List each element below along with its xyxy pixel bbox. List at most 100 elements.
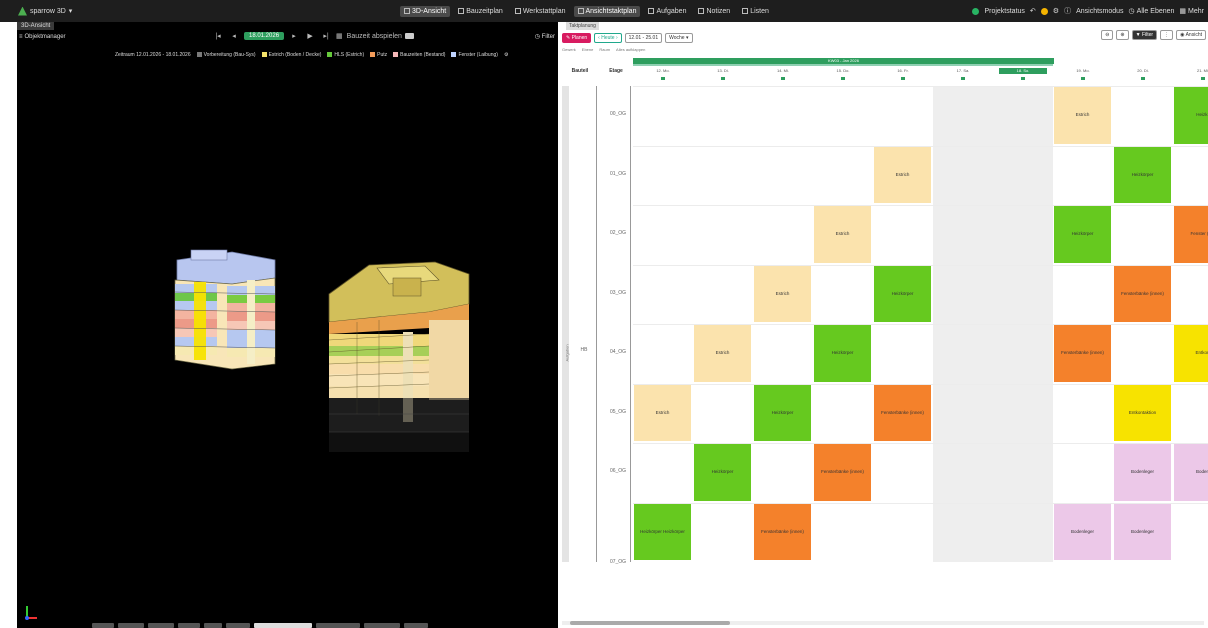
viewer-bottom-tab[interactable] (254, 623, 312, 628)
mode-icon (577, 8, 584, 14)
brand[interactable]: sparrow 3D ▾ (0, 6, 400, 16)
day-header[interactable]: 20. Di. (1119, 68, 1167, 74)
week-select[interactable]: Woche ▾ (665, 32, 693, 43)
day-marker-icon (901, 77, 905, 80)
settings-icon[interactable]: ⚙ (1053, 7, 1059, 15)
subtool-button[interactable]: Alles aufklappen (616, 47, 645, 52)
viewer-bottom-tab[interactable] (148, 623, 174, 628)
day-header[interactable]: 13. Di. (699, 68, 747, 74)
building-b-model[interactable] (328, 261, 470, 452)
building-models[interactable] (17, 22, 558, 628)
mode-label: Werkstattplan (522, 7, 566, 15)
viewer-3d-panel[interactable]: 3D-Ansicht ≡ Objektmanager |◂ ◂ 18.01.20… (17, 22, 558, 628)
subtool-button[interactable]: Ebene (582, 47, 594, 52)
day-marker-icon (661, 77, 665, 80)
zoom-out-button[interactable]: ⊖ (1101, 30, 1114, 40)
task-card[interactable]: Fenster (inn (1174, 206, 1208, 263)
view-button[interactable]: ◉ Ansicht (1176, 30, 1206, 40)
task-card[interactable]: Fensterbänke (innen) (1114, 265, 1171, 322)
scrollbar-thumb[interactable] (570, 621, 730, 625)
more-button[interactable]: ▦ Mehr (1179, 7, 1204, 16)
task-card[interactable]: Fensterbänke (innen) (874, 384, 931, 441)
bauteil-header: Bauteil (571, 68, 589, 74)
all-levels-button[interactable]: ◷ Alle Ebenen (1128, 7, 1175, 16)
viewer-bottom-tab[interactable] (204, 623, 222, 628)
day-header[interactable]: 21. Mi. (1179, 68, 1208, 74)
date-range-button[interactable]: 12.01 - 25.01 (624, 32, 663, 43)
mode-tab[interactable]: Bauzeitplan (454, 6, 507, 17)
mode-tab[interactable]: Aufgaben (644, 6, 690, 17)
viewer-bottom-tab[interactable] (316, 623, 360, 628)
task-card[interactable]: Heizkörper (1054, 206, 1111, 263)
filter-button[interactable]: ▼ Filter (1131, 30, 1158, 40)
mode-tab[interactable]: Notizen (694, 6, 734, 17)
day-header[interactable]: 18. So. (999, 68, 1047, 74)
project-status-button[interactable]: Projektstatus (984, 8, 1024, 15)
day-header[interactable]: 15. Do. (819, 68, 867, 74)
task-card[interactable]: Entkon (1174, 325, 1208, 382)
task-card[interactable]: Heizkörper (814, 325, 871, 382)
viewer-bottom-tab[interactable] (226, 623, 250, 628)
bauteil-divider (596, 86, 597, 562)
mode-label: Bauzeitplan (466, 7, 503, 15)
task-card[interactable]: Bodenleger (1054, 503, 1111, 560)
task-card[interactable]: Bodenleger (1114, 444, 1171, 501)
task-card[interactable]: Fensterbänke (innen) (754, 503, 811, 560)
task-card[interactable]: Fensterbänke (innen) (1054, 325, 1111, 382)
horizontal-scrollbar[interactable] (562, 621, 1204, 625)
today-button[interactable]: ‹ Heute › (594, 32, 622, 43)
chevron-down-icon: ▾ (685, 34, 689, 41)
task-card[interactable]: Entkontaktion (1114, 384, 1171, 441)
task-card[interactable]: Estrich (634, 384, 691, 441)
task-card[interactable]: Heizkörper (1114, 146, 1171, 203)
task-card[interactable]: Estrich (694, 325, 751, 382)
floor-label: 07_OG (609, 558, 627, 565)
day-header[interactable]: 17. Sa. (939, 68, 987, 74)
day-header[interactable]: 14. Mi. (759, 68, 807, 74)
task-card[interactable]: Bodenleger (1114, 503, 1171, 560)
user-avatar-icon[interactable] (1040, 7, 1048, 15)
viewer-bottom-tab[interactable] (178, 623, 200, 628)
view-mode-button[interactable]: Ansichtsmodus (1076, 8, 1123, 15)
chevron-left-icon: ‹ (598, 34, 600, 41)
task-lane-label: Aufgaben (564, 344, 570, 362)
subtool-button[interactable]: Raum (599, 47, 610, 52)
schedule-tab[interactable]: Taktplanung (566, 22, 599, 30)
viewer-bottom-tab[interactable] (404, 623, 428, 628)
more-options-button[interactable]: ⋮ (1160, 30, 1174, 40)
plan-button[interactable]: ✎ Planen (562, 32, 592, 43)
clock-icon: ◷ (1128, 8, 1135, 15)
day-header[interactable]: 12. Mo. (639, 68, 687, 74)
day-header[interactable]: 19. Mo. (1059, 68, 1107, 74)
viewer-bottom-tab[interactable] (364, 623, 400, 628)
mode-tab[interactable]: Werkstattplan (511, 6, 570, 17)
task-card[interactable]: Heizkörper (694, 444, 751, 501)
building-a-model[interactable] (174, 249, 276, 370)
mode-icon (404, 8, 410, 14)
mode-tab[interactable]: Ansichtstaktplan (573, 5, 641, 17)
day-header[interactable]: 16. Fr. (879, 68, 927, 74)
undo-icon[interactable]: ↶ (1030, 7, 1036, 15)
task-card[interactable]: Heizkörper (754, 384, 811, 441)
viewer-bottom-tab[interactable] (92, 623, 114, 628)
mode-label: Aufgaben (656, 7, 687, 15)
info-icon[interactable]: ⓘ (1064, 6, 1071, 16)
zoom-in-button[interactable]: ⊕ (1116, 30, 1129, 40)
task-card[interactable]: Heizk. (1174, 87, 1208, 144)
row-divider (633, 205, 1208, 206)
viewer-bottom-tab[interactable] (118, 623, 144, 628)
task-card[interactable]: Boden (1174, 444, 1208, 501)
subtool-button[interactable]: Gewerk (562, 47, 576, 52)
day-marker-icon (721, 77, 725, 80)
task-card[interactable]: Heizkörper Heizkörper (634, 503, 691, 560)
task-card[interactable]: Estrich (874, 146, 931, 203)
mode-tab[interactable]: Listen (738, 6, 773, 17)
task-card[interactable]: Heizkörper (874, 265, 931, 322)
mode-icon (648, 8, 655, 14)
task-card[interactable]: Estrich (754, 265, 811, 322)
task-card[interactable]: Estrich (1054, 87, 1111, 144)
axis-gizmo-icon (25, 606, 37, 620)
task-card[interactable]: Estrich (814, 206, 871, 263)
mode-tab[interactable]: 3D-Ansicht (400, 5, 451, 17)
task-card[interactable]: Fensterbänke (innen) (814, 444, 871, 501)
